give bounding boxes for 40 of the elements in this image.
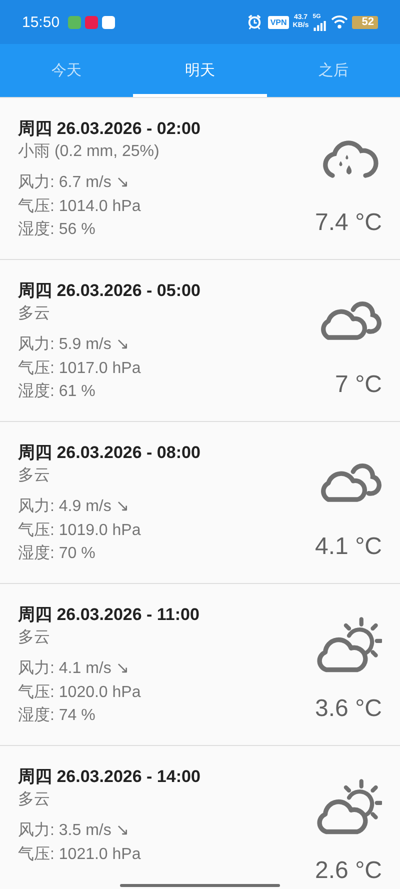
- tab[interactable]: 今天: [0, 44, 134, 97]
- humidity: 湿度: 70 %: [18, 544, 96, 564]
- weather-condition: 多云: [18, 790, 51, 810]
- air-pressure: 气压: 1020.0 hPa: [18, 682, 142, 702]
- air-pressure: 气压: 1017.0 hPa: [18, 358, 142, 378]
- wind-speed: 风力: 6.7 m/s ↘: [18, 172, 130, 193]
- sun-cloud-icon: [316, 778, 382, 836]
- vpn-badge: VPN: [268, 16, 289, 28]
- wifi-icon: [330, 15, 348, 29]
- humidity: 湿度: 56 %: [18, 220, 96, 240]
- humidity: 湿度: 74 %: [18, 706, 96, 726]
- humidity: 湿度: 61 %: [18, 382, 96, 402]
- temperature: 7 °C: [335, 372, 382, 398]
- weather-condition: 小雨 (0.2 mm, 25%): [18, 142, 160, 162]
- sun-cloud-icon: [316, 616, 382, 674]
- wind-speed: 风力: 3.5 m/s ↘: [18, 820, 130, 841]
- forecast-datetime: 周四 26.03.2026 - 08:00: [18, 442, 200, 464]
- battery-indicator: 52: [352, 16, 378, 28]
- tab[interactable]: 明天: [133, 44, 267, 97]
- weather-condition: 多云: [18, 628, 51, 648]
- forecast-datetime: 周四 26.03.2026 - 11:00: [18, 604, 200, 626]
- temperature: 2.6 °C: [315, 858, 382, 884]
- signal-icon: [312, 20, 327, 30]
- weather-condition: 多云: [18, 304, 51, 324]
- forecast-datetime: 周四 26.03.2026 - 05:00: [18, 280, 200, 302]
- wind-speed: 风力: 5.9 m/s ↘: [18, 334, 130, 355]
- clock-time: 15:50: [22, 14, 60, 30]
- wind-speed: 风力: 4.9 m/s ↘: [18, 496, 130, 517]
- air-pressure: 气压: 1014.0 hPa: [18, 196, 142, 216]
- alarm-icon: [247, 14, 262, 30]
- tab[interactable]: 之后: [266, 44, 400, 97]
- air-pressure: 气压: 1021.0 hPa: [18, 844, 142, 864]
- forecast-datetime: 周四 26.03.2026 - 14:00: [18, 766, 200, 788]
- air-pressure: 气压: 1019.0 hPa: [18, 520, 142, 540]
- temperature: 4.1 °C: [315, 534, 382, 560]
- temperature: 3.6 °C: [315, 696, 382, 722]
- wind-speed: 风力: 4.1 m/s ↘: [18, 658, 130, 679]
- temperature: 7.4 °C: [315, 210, 382, 236]
- weather-condition: 多云: [18, 466, 51, 486]
- forecast-datetime: 周四 26.03.2026 - 02:00: [18, 118, 200, 140]
